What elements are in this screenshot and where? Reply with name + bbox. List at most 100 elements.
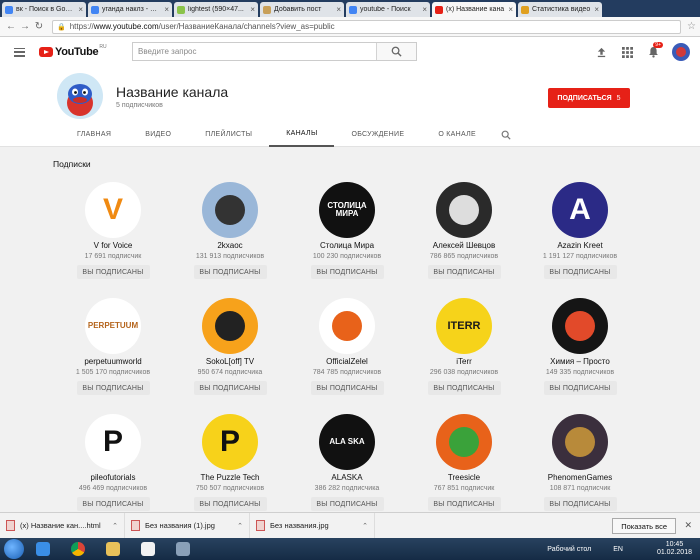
channel-tab[interactable]: О КАНАЛЕ [421,122,493,147]
subscribe-button[interactable]: ПОДПИСАТЬСЯ 5 [548,88,630,108]
channel-card-avatar[interactable] [436,182,492,238]
browser-tab[interactable]: уганда наклз - Поиск в Google× [88,2,172,17]
bookmark-star-icon[interactable]: ☆ [687,21,696,32]
channel-card-avatar[interactable] [319,298,375,354]
youtube-logo[interactable]: YouTube RU [39,44,107,58]
channel-card[interactable]: СТОЛИЦА МИРА Столица Мира 100 230 подписчи… [289,182,405,279]
channel-card-name[interactable]: OfficialZelel [289,357,405,366]
apps-icon[interactable] [614,37,640,67]
back-icon[interactable]: ← [4,20,18,34]
subscribed-button[interactable]: ВЫ ПОДПИСАНЫ [310,497,384,511]
taskbar-app-icon[interactable] [132,539,164,559]
channel-avatar[interactable] [57,73,103,119]
channel-card-avatar[interactable]: V [85,182,141,238]
browser-tab[interactable]: Добавить пост × [260,2,344,17]
browser-tab[interactable]: (x) Название кана × [432,2,516,17]
channel-card[interactable]: SokoL[off] TV 950 674 подписчика ВЫ ПОДПИС… [172,298,288,395]
channel-card-avatar[interactable] [552,414,608,470]
channel-card[interactable]: Химия – Просто 149 335 подписчиков ВЫ ПОДП… [522,298,638,395]
download-item[interactable]: (x) Название кан....html ⌃ [0,512,125,539]
subscribed-button[interactable]: ВЫ ПОДПИСАНЫ [310,265,384,279]
browser-tab[interactable]: Статистика видео × [518,2,602,17]
channel-card[interactable]: OfficialZelel 784 785 подписчиков ВЫ ПОДПИ… [289,298,405,395]
channel-card-name[interactable]: perpetuumworld [55,357,171,366]
channel-card[interactable]: PhenomenGames 108 871 подписчик ВЫ ПОДПИСА… [522,414,638,511]
close-download-bar-icon[interactable]: ✕ [684,520,692,531]
menu-icon[interactable] [14,47,25,57]
browser-tab[interactable]: lightest (590×47... × [174,2,258,17]
subscribed-button[interactable]: ВЫ ПОДПИСАНЫ [427,265,501,279]
desktop-label[interactable]: Рабочий стол [547,546,591,553]
taskbar-app2-icon[interactable] [167,539,199,559]
tab-close-icon[interactable]: × [336,5,341,14]
channel-card-name[interactable]: ALASKA [289,473,405,482]
channel-card-avatar[interactable]: P [202,414,258,470]
subscribed-button[interactable]: ВЫ ПОДПИСАНЫ [193,497,267,511]
channel-card-avatar[interactable]: ALA SKA [319,414,375,470]
language-indicator[interactable]: EN [613,546,623,553]
clock[interactable]: 10:45 01.02.2018 [657,541,692,557]
channel-card[interactable]: V V for Voice 17 691 подписчик ВЫ ПОДПИСАНЫ [55,182,171,279]
subscribed-button[interactable]: ВЫ ПОДПИСАНЫ [193,265,267,279]
subscribed-button[interactable]: ВЫ ПОДПИСАНЫ [193,381,267,395]
search-button[interactable] [376,43,416,60]
channel-card-name[interactable]: Столица Мира [289,241,405,250]
tab-close-icon[interactable]: × [422,5,427,14]
forward-icon[interactable]: → [18,20,32,34]
channel-tab[interactable]: ОБСУЖДЕНИЕ [334,122,421,147]
channel-card-avatar[interactable]: A [552,182,608,238]
channel-tab[interactable]: КАНАЛЫ [269,122,335,147]
channel-card-avatar[interactable]: P [85,414,141,470]
channel-card-avatar[interactable]: СТОЛИЦА МИРА [319,182,375,238]
browser-tab[interactable]: вк - Поиск в Google × [2,2,86,17]
channel-card-name[interactable]: V for Voice [55,241,171,250]
subscribed-button[interactable]: ВЫ ПОДПИСАНЫ [76,265,150,279]
channel-card[interactable]: Ppileofutorials 496 469 подписчиков ВЫ ПОД… [55,414,171,511]
show-all-downloads-button[interactable]: Показать все [612,518,676,534]
subscribed-button[interactable]: ВЫ ПОДПИСАНЫ [76,381,150,395]
channel-card-name[interactable]: Treesicle [406,473,522,482]
chevron-up-icon[interactable]: ⌃ [362,522,368,530]
channel-card-name[interactable]: The Puzzle Tech [172,473,288,482]
tab-close-icon[interactable]: × [78,5,83,14]
tab-close-icon[interactable]: × [164,5,169,14]
subscribed-button[interactable]: ВЫ ПОДПИСАНЫ [427,381,501,395]
account-avatar[interactable] [672,43,690,61]
channel-card-avatar[interactable] [436,414,492,470]
taskbar-chrome-icon[interactable] [62,539,94,559]
channel-card[interactable]: 2kxaoc 131 913 подписчиков ВЫ ПОДПИСАНЫ [172,182,288,279]
subscribed-button[interactable]: ВЫ ПОДПИСАНЫ [76,497,150,511]
channel-card-name[interactable]: SokoL[off] TV [172,357,288,366]
tab-close-icon[interactable]: × [250,5,255,14]
reload-icon[interactable]: ↻ [32,20,46,34]
subscribed-button[interactable]: ВЫ ПОДПИСАНЫ [543,497,617,511]
tab-close-icon[interactable]: × [594,5,599,14]
url-input[interactable]: 🔒 https://www.youtube.com/user/НазваниеК… [52,19,682,34]
browser-tab[interactable]: youtube - Поиск × [346,2,430,17]
subscribed-button[interactable]: ВЫ ПОДПИСАНЫ [543,381,617,395]
channel-card[interactable]: Алексей Шевцов 786 865 подписчиков ВЫ ПОДП… [406,182,522,279]
channel-card-name[interactable]: pileofutorials [55,473,171,482]
chevron-up-icon[interactable]: ⌃ [112,522,118,530]
channel-card[interactable]: A Azazin Kreet 1 191 127 подписчиков ВЫ ПОД… [522,182,638,279]
start-button[interactable] [4,539,24,559]
channel-card-name[interactable]: Алексей Шевцов [406,241,522,250]
channel-card-avatar[interactable] [552,298,608,354]
channel-card-name[interactable]: iTerr [406,357,522,366]
taskbar-explorer-icon[interactable] [97,539,129,559]
notifications-bell-icon[interactable]: 9+ [640,37,666,67]
channel-card-name[interactable]: PhenomenGames [522,473,638,482]
channel-tab[interactable]: ВИДЕО [128,122,188,147]
subscribed-button[interactable]: ВЫ ПОДПИСАНЫ [427,497,501,511]
channel-card-avatar[interactable] [202,182,258,238]
channel-card[interactable]: PERPETUUM perpetuumworld 1 505 170 подписч… [55,298,171,395]
channel-card[interactable]: Treesicle 767 851 подписчик ВЫ ПОДПИСАНЫ [406,414,522,511]
download-item[interactable]: Без названия.jpg ⌃ [250,512,375,539]
channel-card[interactable]: ALA SKA ALASKA 386 282 подписчика ВЫ ПОДПИС… [289,414,405,511]
search-input[interactable]: Введите запрос [133,43,376,60]
channel-card-name[interactable]: Azazin Kreet [522,241,638,250]
chevron-up-icon[interactable]: ⌃ [237,522,243,530]
channel-card[interactable]: ITERR iTerr 296 038 подписчиков ВЫ ПОДПИСАН… [406,298,522,395]
channel-card-avatar[interactable]: ITERR [436,298,492,354]
subscribed-button[interactable]: ВЫ ПОДПИСАНЫ [310,381,384,395]
